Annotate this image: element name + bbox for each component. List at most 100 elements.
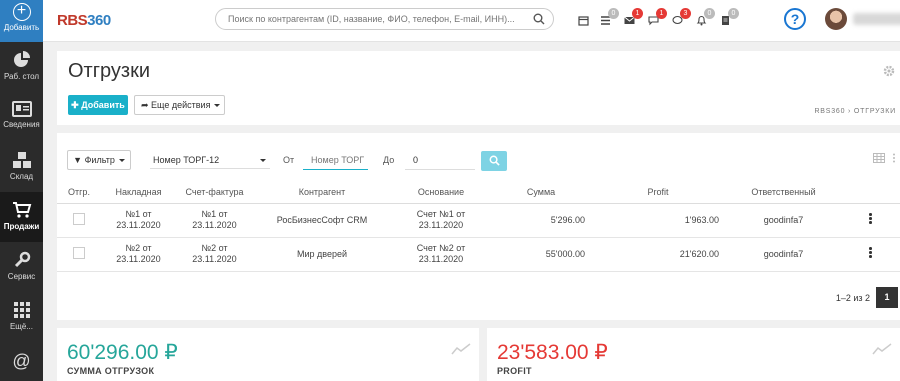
row-menu-icon[interactable] <box>869 212 873 226</box>
sidebar-add-button[interactable]: + Добавить <box>0 0 43 42</box>
stat-caption: СУММА ОТГРУЗОК <box>67 366 155 376</box>
invoice-date: 23.11.2020 <box>116 254 161 264</box>
topbar: RBS360 0 1 1 3 0 0 ? <box>43 0 900 42</box>
invoice-date: 23.11.2020 <box>116 220 161 230</box>
to-label: До <box>383 155 395 165</box>
cell-shipped <box>57 203 101 238</box>
col-shipped[interactable]: Отгр. <box>57 182 101 204</box>
sidebar-item-info[interactable]: Сведения <box>0 92 43 142</box>
logo[interactable]: RBS360 <box>57 12 111 29</box>
username-blurred[interactable] <box>853 13 900 25</box>
cell-invoice[interactable]: №1 от 23.11.2020 <box>101 203 176 238</box>
invoice-number: №1 от <box>125 209 152 219</box>
table-tools <box>872 153 896 166</box>
basis-number: Счет №2 от <box>416 243 466 253</box>
notifications-button[interactable]: 0 <box>693 8 715 32</box>
cell-contractor[interactable]: Мир дверей <box>253 237 391 272</box>
col-responsible[interactable]: Ответственный <box>725 182 842 204</box>
table-header-row: Отгр. Накладная Счет-фактура Контрагент … <box>57 182 900 204</box>
gear-icon[interactable] <box>883 65 895 77</box>
cell-contractor[interactable]: РосБизнесСофт CRM <box>253 203 391 238</box>
sidebar-item-mail[interactable]: @ <box>0 342 43 381</box>
basis-date: 23.11.2020 <box>418 254 464 264</box>
caret-down-icon <box>118 159 125 163</box>
col-contractor[interactable]: Контрагент <box>253 182 391 204</box>
cell-invoice[interactable]: №2 от 23.11.2020 <box>101 237 176 272</box>
from-input[interactable] <box>303 151 368 170</box>
at-icon: @ <box>12 351 31 371</box>
search-button[interactable] <box>481 151 507 171</box>
more-actions-label: Еще действия <box>151 99 211 110</box>
page-button[interactable]: 1 <box>876 287 898 308</box>
calendar-button[interactable] <box>575 8 597 32</box>
sidebar-add-label: Добавить <box>3 23 40 32</box>
search-icon <box>489 155 500 166</box>
search-icon[interactable] <box>533 13 545 25</box>
more-vertical-icon[interactable] <box>892 153 896 163</box>
columns-icon[interactable] <box>872 153 885 163</box>
sidebar-item-service[interactable]: Сервис <box>0 242 43 292</box>
page-header: Отгрузки ✚ Добавить ➦ Еще действия RBS36… <box>57 51 900 125</box>
sidebar-item-sales[interactable]: Продажи <box>0 192 43 242</box>
wrench-icon <box>14 251 30 268</box>
shipped-checkbox[interactable] <box>73 246 85 259</box>
chat-button[interactable]: 3 <box>669 8 691 32</box>
add-button[interactable]: ✚ Добавить <box>68 95 128 115</box>
tasks-button[interactable]: 0 <box>597 8 619 32</box>
factura-number: №2 от <box>201 243 228 253</box>
plus-icon: ✚ <box>71 99 82 110</box>
col-actions <box>842 182 900 204</box>
cell-sum: 5'296.00 <box>491 203 591 238</box>
trend-line-icon <box>451 343 471 355</box>
add-button-label: Добавить <box>81 99 125 110</box>
cart-icon <box>12 202 31 218</box>
sidebar-item-label: Ещё... <box>9 322 34 331</box>
tasks-badge: 0 <box>608 8 619 19</box>
filter-button-label: Фильтр <box>84 155 115 165</box>
filter-button[interactable]: ▼ Фильтр <box>67 150 131 170</box>
messages-button[interactable]: 1 <box>645 8 667 32</box>
col-factura[interactable]: Счет-фактура <box>176 182 253 204</box>
cell-factura[interactable]: №2 от 23.11.2020 <box>176 237 253 272</box>
col-profit[interactable]: Profit <box>591 182 725 204</box>
avatar[interactable] <box>825 8 847 30</box>
sidebar-item-warehouse[interactable]: Склад <box>0 142 43 192</box>
documents-button[interactable]: 0 <box>717 8 739 32</box>
col-invoice[interactable]: Накладная <box>101 182 176 204</box>
search-input[interactable] <box>216 9 516 29</box>
breadcrumb[interactable]: RBS360 › ОТГРУЗКИ <box>814 108 896 115</box>
page-title: Отгрузки <box>68 60 151 82</box>
trend-line-icon <box>872 343 892 355</box>
id-card-icon <box>11 101 32 117</box>
chat-badge: 3 <box>680 8 691 19</box>
stat-card-shipments-sum: 60'296.00 ₽ СУММА ОТГРУЗОК <box>57 328 479 381</box>
plus-circle-icon: + <box>12 3 31 21</box>
basis-date: 23.11.2020 <box>418 220 464 230</box>
table-row[interactable]: №2 от 23.11.2020 №2 от 23.11.2020 Мир двер… <box>57 237 900 272</box>
cell-profit: 21'620.00 <box>591 237 725 272</box>
shipped-checkbox[interactable] <box>73 212 85 225</box>
cell-basis[interactable]: Счет №2 от 23.11.2020 <box>391 237 491 272</box>
from-label: От <box>283 155 295 165</box>
caret-down-icon <box>214 103 221 107</box>
to-input[interactable] <box>405 151 475 170</box>
search-box <box>215 8 554 30</box>
cell-factura[interactable]: №1 от 23.11.2020 <box>176 203 253 238</box>
logo-part2: 360 <box>87 12 111 29</box>
shipments-table: Отгр. Накладная Счет-фактура Контрагент … <box>57 182 900 272</box>
more-actions-button[interactable]: ➦ Еще действия <box>134 95 225 115</box>
table-row[interactable]: №1 от 23.11.2020 №1 от 23.11.2020 РосБизне… <box>57 203 900 238</box>
field-select[interactable]: Номер ТОРГ-12 <box>150 151 270 169</box>
col-sum[interactable]: Сумма <box>491 182 591 204</box>
sidebar-item-more[interactable]: Ещё... <box>0 292 43 342</box>
col-basis[interactable]: Основание <box>391 182 491 204</box>
help-icon[interactable]: ? <box>784 8 806 30</box>
basis-number: Счет №1 от <box>416 209 466 219</box>
logo-part1: RBS <box>57 12 88 29</box>
sidebar-item-label: Склад <box>9 172 34 181</box>
row-menu-icon[interactable] <box>869 246 873 260</box>
sidebar-item-dashboard[interactable]: Раб. стол <box>0 42 43 92</box>
cell-basis[interactable]: Счет №1 от 23.11.2020 <box>391 203 491 238</box>
mail-button[interactable]: 1 <box>621 8 643 32</box>
cell-responsible: goodinfa7 <box>725 237 842 272</box>
